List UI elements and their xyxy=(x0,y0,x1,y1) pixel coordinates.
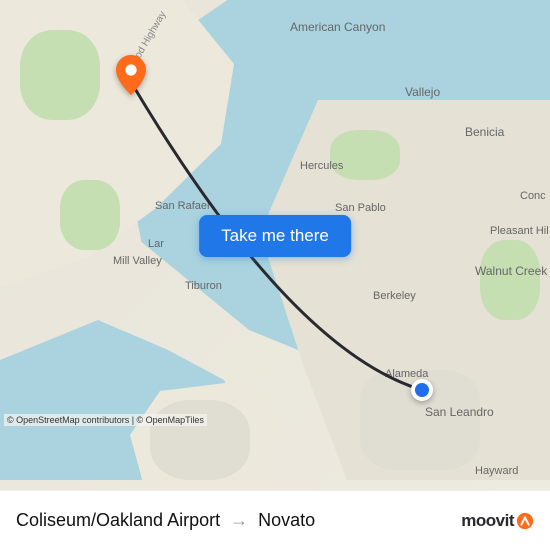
city-label-mill-valley: Mill Valley xyxy=(113,255,162,267)
park-area xyxy=(480,240,540,320)
map-canvas[interactable]: wood Highway American Canyon Vallejo Ben… xyxy=(0,0,550,490)
route-from-label: Coliseum/Oakland Airport xyxy=(16,510,220,531)
park-area xyxy=(20,30,100,120)
moovit-logo[interactable]: moovit xyxy=(461,511,534,531)
moovit-logo-icon xyxy=(516,512,534,530)
arrow-right-icon: → xyxy=(230,510,248,531)
route-summary: Coliseum/Oakland Airport → Novato xyxy=(16,510,461,531)
route-footer: Coliseum/Oakland Airport → Novato moovit xyxy=(0,490,550,550)
park-area xyxy=(330,130,400,180)
park-area xyxy=(60,180,120,250)
map-pin-icon xyxy=(116,55,146,95)
brand-name: moovit xyxy=(461,511,514,531)
route-to-label: Novato xyxy=(258,510,315,531)
destination-marker[interactable] xyxy=(116,55,146,85)
take-me-there-button[interactable]: Take me there xyxy=(199,215,351,257)
map-attribution: © OpenStreetMap contributors | © OpenMap… xyxy=(4,414,207,426)
origin-marker[interactable] xyxy=(411,379,433,401)
urban-area xyxy=(150,400,250,480)
